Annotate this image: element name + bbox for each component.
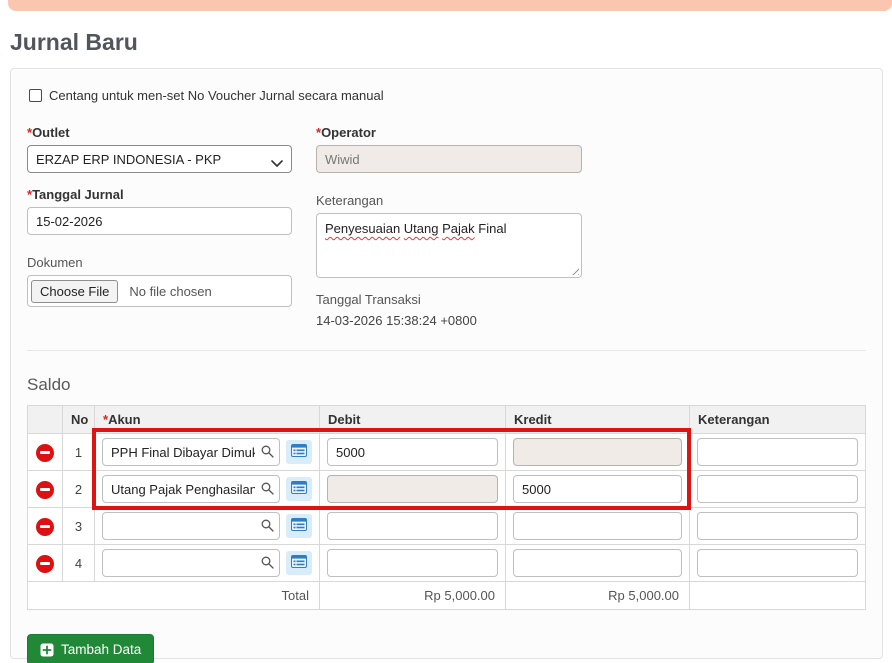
- kredit-input: [513, 438, 682, 466]
- total-label: Total: [28, 582, 320, 610]
- keterangan-label: Keterangan: [316, 193, 582, 208]
- tanggal-jurnal-label: *Tanggal Jurnal: [27, 187, 292, 202]
- keterangan-input[interactable]: [697, 512, 858, 540]
- account-list-button[interactable]: [286, 477, 312, 501]
- saldo-heading: Saldo: [27, 375, 866, 395]
- keterangan-input[interactable]: [697, 549, 858, 577]
- keterangan-word: Utang: [404, 221, 439, 236]
- total-kredit: Rp 5,000.00: [506, 582, 690, 610]
- keterangan-word: Final: [478, 221, 506, 236]
- debit-input[interactable]: [327, 438, 498, 466]
- jurnal-form-card: Centang untuk men-set No Voucher Jurnal …: [10, 68, 883, 659]
- form-columns: *Outlet ERZAP ERP INDONESIA - PKP *Tangg…: [27, 119, 866, 328]
- textarea-resize-handle[interactable]: [570, 266, 579, 275]
- akun-input[interactable]: [102, 512, 280, 540]
- kredit-input[interactable]: [513, 512, 682, 540]
- col-debit-header: Debit: [320, 406, 506, 434]
- plus-square-icon: [40, 643, 54, 657]
- choose-file-button[interactable]: Choose File: [31, 280, 118, 303]
- saldo-table-wrap: No *Akun Debit Kredit Keterangan 1: [27, 405, 866, 610]
- jurnal-baru-page: Jurnal Baru Centang untuk men-set No Vou…: [0, 0, 892, 663]
- row-number: 3: [63, 508, 95, 545]
- table-header-row: No *Akun Debit Kredit Keterangan: [28, 406, 866, 434]
- col-delete-header: [28, 406, 63, 434]
- kredit-input[interactable]: [513, 475, 682, 503]
- page-title: Jurnal Baru: [10, 29, 138, 56]
- kredit-input[interactable]: [513, 549, 682, 577]
- tambah-data-button[interactable]: Tambah Data: [27, 634, 154, 663]
- remove-row-button[interactable]: [36, 444, 54, 462]
- table-row: 2: [28, 471, 866, 508]
- operator-label: *Operator: [316, 125, 582, 140]
- keterangan-textarea[interactable]: Penyesuaian Utang Pajak Final: [316, 213, 582, 278]
- chevron-down-icon: [271, 156, 283, 171]
- operator-input: [316, 145, 582, 173]
- keterangan-word: Penyesuaian: [325, 221, 400, 236]
- debit-input[interactable]: [327, 512, 498, 540]
- row-number: 1: [63, 434, 95, 471]
- voucher-manual-checkbox[interactable]: [29, 89, 42, 102]
- minus-circle-icon: [40, 525, 50, 528]
- remove-row-button[interactable]: [36, 481, 54, 499]
- total-row: Total Rp 5,000.00 Rp 5,000.00: [28, 582, 866, 610]
- file-chosen-status: No file chosen: [129, 284, 211, 299]
- debit-input: [327, 475, 498, 503]
- tanggal-transaksi-label: Tanggal Transaksi: [316, 292, 582, 307]
- table-row: 3: [28, 508, 866, 545]
- account-list-button[interactable]: [286, 440, 312, 464]
- remove-row-button[interactable]: [36, 518, 54, 536]
- account-list-button[interactable]: [286, 551, 312, 575]
- tanggal-jurnal-input[interactable]: [27, 207, 292, 235]
- akun-input[interactable]: [102, 475, 280, 503]
- form-column-left: *Outlet ERZAP ERP INDONESIA - PKP *Tangg…: [27, 119, 292, 328]
- minus-circle-icon: [40, 562, 50, 565]
- voucher-manual-row: Centang untuk men-set No Voucher Jurnal …: [29, 88, 866, 103]
- keterangan-input[interactable]: [697, 438, 858, 466]
- col-akun-header: *Akun: [95, 406, 320, 434]
- minus-circle-icon: [40, 451, 50, 454]
- outlet-label: *Outlet: [27, 125, 292, 140]
- list-icon: [291, 518, 307, 534]
- list-icon: [291, 481, 307, 497]
- saldo-table: No *Akun Debit Kredit Keterangan 1: [27, 405, 866, 610]
- section-divider: [27, 350, 866, 351]
- akun-input[interactable]: [102, 438, 280, 466]
- tambah-data-label: Tambah Data: [61, 642, 141, 657]
- keterangan-input[interactable]: [697, 475, 858, 503]
- row-number: 2: [63, 471, 95, 508]
- account-list-button[interactable]: [286, 514, 312, 538]
- outlet-select[interactable]: ERZAP ERP INDONESIA - PKP: [27, 145, 292, 173]
- col-kredit-header: Kredit: [506, 406, 690, 434]
- col-no-header: No: [63, 406, 95, 434]
- dokumen-file-input[interactable]: Choose File No file chosen: [27, 275, 292, 307]
- list-icon: [291, 555, 307, 571]
- alert-bar-remnant: [8, 0, 892, 11]
- akun-input[interactable]: [102, 549, 280, 577]
- list-icon: [291, 444, 307, 460]
- table-row: 1: [28, 434, 866, 471]
- remove-row-button[interactable]: [36, 555, 54, 573]
- col-keterangan-header: Keterangan: [690, 406, 866, 434]
- total-debit: Rp 5,000.00: [320, 582, 506, 610]
- total-keterangan-empty: [690, 582, 866, 610]
- outlet-selected-value: ERZAP ERP INDONESIA - PKP: [36, 152, 221, 167]
- tanggal-transaksi-value: 14-03-2026 15:38:24 +0800: [316, 313, 582, 328]
- table-row: 4: [28, 545, 866, 582]
- minus-circle-icon: [40, 488, 50, 491]
- voucher-manual-label: Centang untuk men-set No Voucher Jurnal …: [49, 88, 384, 103]
- row-number: 4: [63, 545, 95, 582]
- keterangan-word: Pajak: [442, 221, 475, 236]
- form-column-right: *Operator Keterangan Penyesuaian Utang P…: [316, 119, 582, 328]
- debit-input[interactable]: [327, 549, 498, 577]
- dokumen-label: Dokumen: [27, 255, 292, 270]
